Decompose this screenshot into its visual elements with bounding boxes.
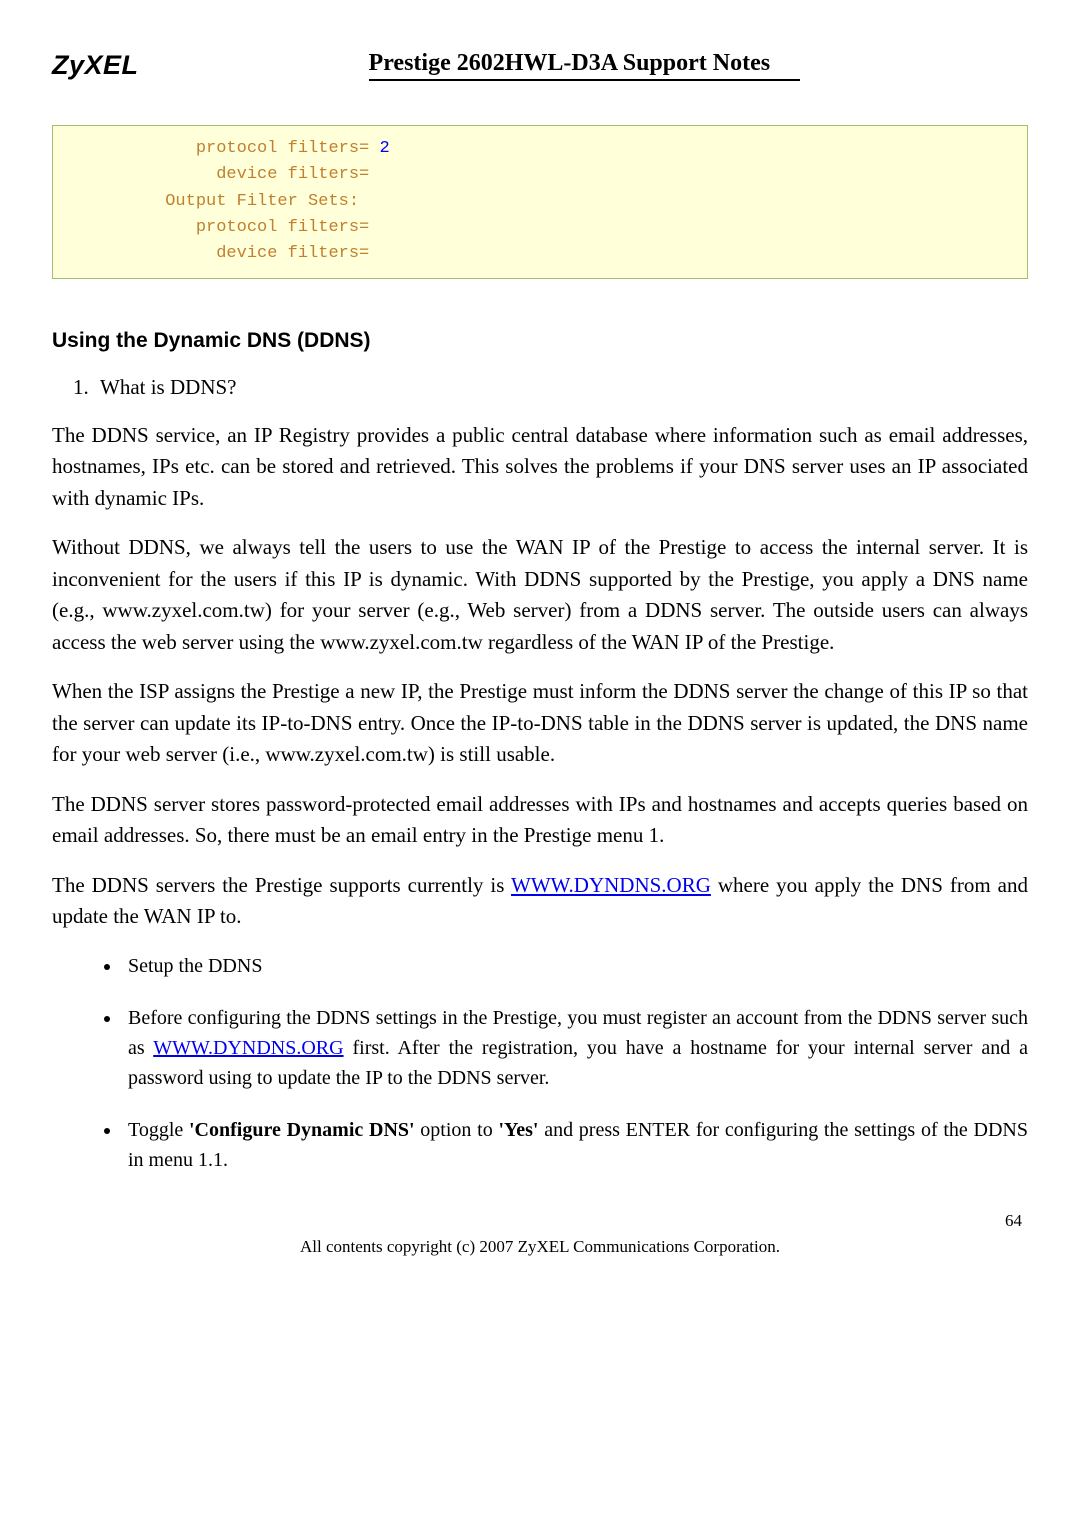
page-number: 64 (52, 1211, 1028, 1231)
code-number: 2 (379, 139, 389, 158)
code-line: Output Filter Sets: (53, 189, 1027, 215)
numbered-list: What is DDNS? (94, 375, 1028, 400)
paragraph: The DDNS server stores password-protecte… (52, 789, 1028, 852)
page-header: ZyXEL Prestige 2602HWL-D3A Support Notes (52, 50, 1028, 81)
doc-title: Prestige 2602HWL-D3A Support Notes (369, 50, 801, 81)
paragraph: The DDNS servers the Prestige supports c… (52, 870, 1028, 933)
bold-text: 'Yes' (498, 1119, 538, 1141)
code-line: protocol filters= 2 (53, 136, 1027, 162)
code-text: protocol filters= (53, 139, 379, 158)
code-block: protocol filters= 2 device filters= Outp… (52, 125, 1028, 279)
paragraph: Without DDNS, we always tell the users t… (52, 532, 1028, 658)
text: Toggle (128, 1119, 189, 1141)
section-heading: Using the Dynamic DNS (DDNS) (52, 329, 1028, 353)
list-item: Before configuring the DDNS settings in … (122, 1003, 1028, 1093)
bullet-list: Before configuring the DDNS settings in … (122, 1003, 1028, 1175)
bold-text: 'Configure Dynamic DNS' (189, 1119, 415, 1141)
list-item: What is DDNS? (94, 375, 1028, 400)
dyndns-link[interactable]: WWW.DYNDNS.ORG (153, 1037, 343, 1059)
dyndns-link[interactable]: WWW.DYNDNS.ORG (511, 873, 711, 897)
paragraph: When the ISP assigns the Prestige a new … (52, 676, 1028, 771)
list-item: Toggle 'Configure Dynamic DNS' option to… (122, 1115, 1028, 1175)
logo: ZyXEL (52, 50, 139, 81)
bullet-list: Setup the DDNS (122, 951, 1028, 981)
code-line: device filters= (53, 241, 1027, 267)
paragraph: The DDNS service, an IP Registry provide… (52, 420, 1028, 515)
code-line: protocol filters= (53, 215, 1027, 241)
text: The DDNS servers the Prestige supports c… (52, 873, 511, 897)
list-item: Setup the DDNS (122, 951, 1028, 981)
code-line: device filters= (53, 162, 1027, 188)
text: option to (415, 1119, 499, 1141)
copyright: All contents copyright (c) 2007 ZyXEL Co… (52, 1237, 1028, 1257)
title-wrap: Prestige 2602HWL-D3A Support Notes (139, 50, 1028, 81)
